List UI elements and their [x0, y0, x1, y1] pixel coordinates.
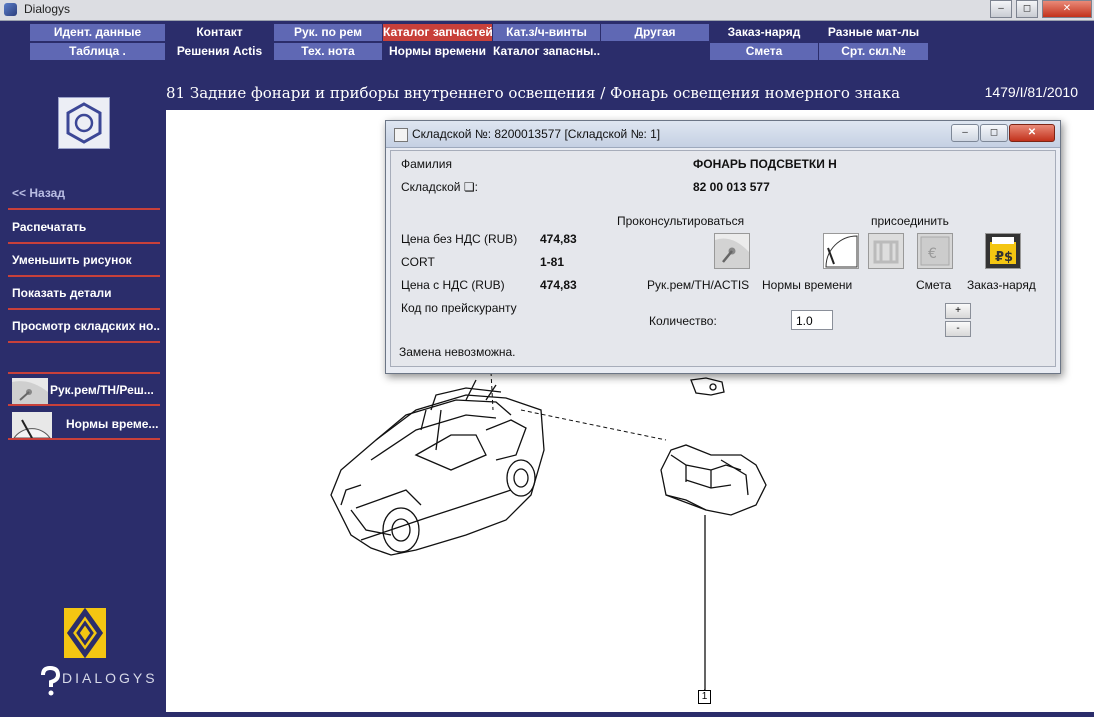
menu-stock-number[interactable]: Срт. скл.№ — [819, 43, 928, 60]
time-norms-icon-label: Нормы времени — [762, 278, 853, 292]
question-icon — [38, 665, 62, 696]
work-order-icon-label: Заказ-наряд — [967, 278, 1036, 292]
cort-label: CORT — [401, 255, 435, 269]
family-value: ФОНАРЬ ПОДСВЕТКИ Н — [693, 157, 837, 171]
price-no-vat-value: 474,83 — [540, 232, 577, 246]
dialog-app-icon — [394, 128, 408, 142]
family-label: Фамилия — [401, 157, 452, 171]
shrink-image-button[interactable]: Уменьшить рисунок — [8, 245, 160, 277]
window-title: Dialogys — [24, 2, 71, 16]
quantity-input[interactable]: 1.0 — [791, 310, 833, 330]
svg-text:₽$: ₽$ — [995, 250, 1013, 265]
menu-estimate[interactable]: Смета — [710, 43, 818, 60]
quantity-increase-button[interactable]: + — [945, 303, 971, 319]
time-norms-shortcut[interactable]: Нормы време... — [8, 410, 160, 440]
maximize-button[interactable]: ◻ — [1016, 0, 1038, 18]
time-norms-shortcut-label: Нормы време... — [66, 417, 159, 431]
consult-label: Проконсультироваться — [617, 214, 745, 228]
menu-contact[interactable]: Контакт — [166, 24, 273, 41]
hex-nut-icon — [58, 97, 110, 149]
time-gauge-icon — [12, 412, 52, 438]
dialog-titlebar: Складской №: 8200013577 [Складской №: 1]… — [386, 121, 1060, 148]
renault-logo — [64, 607, 106, 659]
work-order-icon[interactable]: ₽$ — [985, 233, 1021, 269]
estimate-icon[interactable]: € — [917, 233, 953, 269]
breadcrumb: 81 Задние фонари и приборы внутреннего о… — [166, 84, 901, 102]
dialogys-brand: DIALOGYS — [62, 670, 158, 686]
window-titlebar: Dialogys – ◻ ✕ — [0, 0, 1094, 21]
repair-manual-icon[interactable] — [714, 233, 750, 269]
callout-number[interactable]: 1 — [698, 690, 711, 704]
menu-work-order[interactable]: Заказ-наряд — [710, 24, 818, 41]
price-vat-value: 474,83 — [540, 278, 577, 292]
sidebar-spacer — [8, 344, 160, 374]
cort-value: 1-81 — [540, 255, 565, 269]
menu-ident-data[interactable]: Идент. данные — [30, 24, 165, 41]
time-norms-icon[interactable] — [823, 233, 859, 269]
menu-tech-note[interactable]: Тех. нота — [274, 43, 382, 60]
close-button[interactable]: ✕ — [1042, 0, 1092, 18]
estimate-icon-label: Смета — [916, 278, 952, 292]
wrench-page-icon — [12, 378, 48, 404]
top-menu: Идент. данные Контакт Рук. по рем Катало… — [0, 21, 1094, 61]
show-details-button[interactable]: Показать детали — [8, 278, 160, 310]
price-no-vat-label: Цена без НДС (RUB) — [401, 232, 518, 246]
menu-spare-catalog[interactable]: Каталог запасны... — [493, 43, 600, 60]
repair-manual-icon-label: Рук.рем/ТН/ACTIS — [647, 278, 750, 292]
status-text: Замена невозможна. — [399, 345, 516, 359]
part-details-dialog: Складской №: 8200013577 [Складской №: 1]… — [385, 120, 1061, 374]
print-button[interactable]: Распечатать — [8, 212, 160, 244]
menu-repair-manual[interactable]: Рук. по рем — [274, 24, 382, 41]
dialog-title: Складской №: 8200013577 [Складской №: 1] — [412, 127, 661, 141]
menu-actis-solutions[interactable]: Решения Actis — [166, 43, 273, 60]
stock-number-label: Складской ❏: — [401, 180, 478, 194]
pricelist-code-label: Код по прейскуранту — [401, 301, 517, 315]
attach-label: присоединить — [871, 214, 949, 228]
attach-disabled-icon — [868, 233, 904, 269]
menu-misc-materials[interactable]: Разные мат-лы — [819, 24, 928, 41]
price-vat-label: Цена с НДС (RUB) — [401, 278, 505, 292]
dialog-maximize-button[interactable]: ◻ — [980, 124, 1008, 142]
dialog-body: Фамилия ФОНАРЬ ПОДСВЕТКИ Н Складской ❏: … — [390, 150, 1056, 367]
back-button[interactable]: << Назад — [8, 178, 160, 210]
view-stock-numbers-button[interactable]: Просмотр складских но... — [8, 311, 160, 343]
app-logo-icon — [4, 3, 17, 16]
menu-other[interactable]: Другая — [601, 24, 709, 41]
menu-parts-catalog[interactable]: Каталог запчастей — [383, 24, 492, 41]
quantity-label: Количество: — [649, 314, 717, 328]
dialog-minimize-button[interactable]: – — [951, 124, 979, 142]
repair-manual-shortcut-label: Рук.рем/ТН/Реш... — [50, 383, 154, 397]
menu-time-norms[interactable]: Нормы времени — [383, 43, 492, 60]
dialog-close-button[interactable]: ✕ — [1009, 124, 1055, 142]
sidebar: << Назад Распечатать Уменьшить рисунок П… — [0, 62, 166, 712]
stock-number-value: 82 00 013 577 — [693, 180, 770, 194]
quantity-decrease-button[interactable]: - — [945, 321, 971, 337]
repair-manual-shortcut[interactable]: Рук.рем/ТН/Реш... — [8, 376, 160, 406]
svg-text:€: € — [928, 246, 937, 262]
diagram-code: 1479/I/81/2010 — [984, 84, 1078, 100]
minimize-button[interactable]: – — [990, 0, 1012, 18]
menu-table[interactable]: Таблица . — [30, 43, 165, 60]
menu-parts-screws[interactable]: Кат.з/ч-винты — [493, 24, 600, 41]
